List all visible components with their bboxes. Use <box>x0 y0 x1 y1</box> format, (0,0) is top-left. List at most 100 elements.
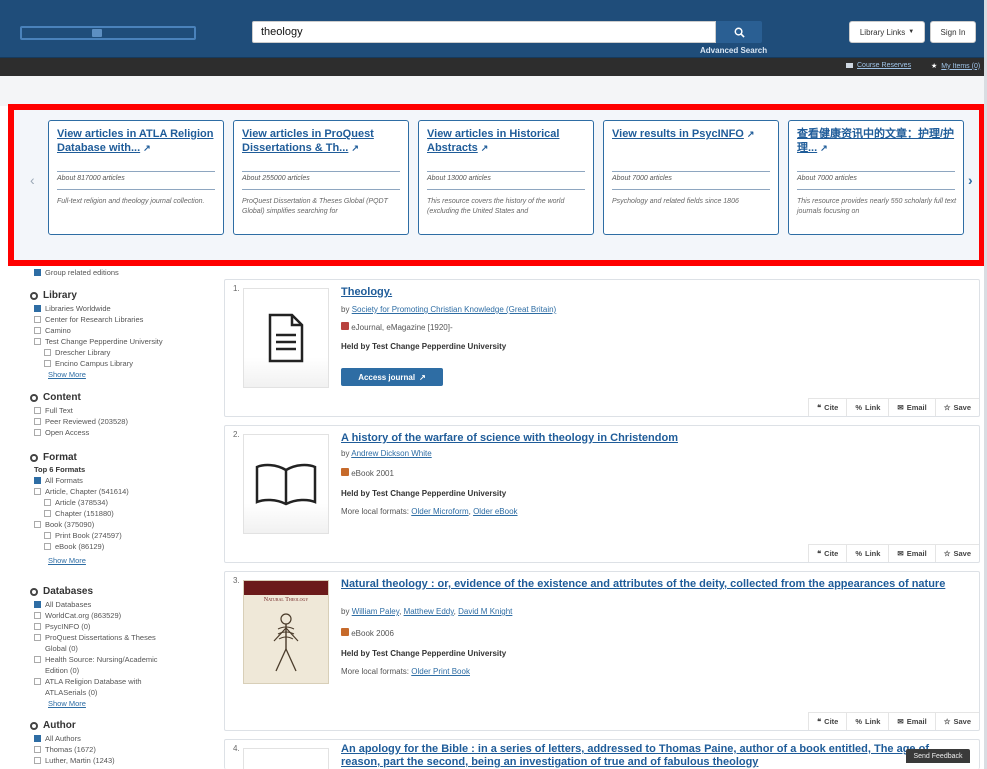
content-facet-heading[interactable]: Content <box>30 392 81 403</box>
databases-facet-heading[interactable]: Databases <box>30 586 93 597</box>
facet-option[interactable]: Encino Campus Library <box>44 359 133 368</box>
result-thumbnail[interactable] <box>243 748 329 769</box>
author-link[interactable]: Andrew Dickson White <box>351 449 431 458</box>
carousel-card[interactable]: View articles in ATLA Religion Database … <box>48 120 224 235</box>
facet-option[interactable]: Chapter (151880) <box>44 509 114 518</box>
result-title-link[interactable]: Natural theology : or, evidence of the e… <box>341 578 961 591</box>
cite-button[interactable]: ❝ Cite <box>808 545 846 562</box>
facet-option[interactable]: Open Access <box>34 428 89 437</box>
star-outline-icon: ☆ <box>943 717 951 726</box>
facet-option[interactable]: Article, Chapter (541614) <box>34 487 129 496</box>
facet-option[interactable]: PsycINFO (0) <box>34 622 90 631</box>
facet-option[interactable]: eBook (86129) <box>44 542 104 551</box>
collapse-icon <box>30 291 38 300</box>
link-label: Link <box>865 717 881 726</box>
result-title-link[interactable]: A history of the warfare of science with… <box>341 432 961 445</box>
format-show-more-link[interactable]: Show More <box>48 556 86 565</box>
advanced-search-link[interactable]: Advanced Search <box>700 46 767 55</box>
card-description: ProQuest Dissertation & Theses Global (P… <box>242 198 388 215</box>
carousel-card[interactable]: View articles in ProQuest Dissertations … <box>233 120 409 235</box>
checkbox-icon <box>44 532 51 539</box>
cite-button[interactable]: ❝ Cite <box>808 399 846 416</box>
card-title-link[interactable]: View articles in Historical Abstracts ↗ <box>427 127 585 157</box>
author-link[interactable]: Society for Promoting Christian Knowledg… <box>352 305 557 314</box>
facet-option[interactable]: Test Change Pepperdine University <box>34 337 163 346</box>
facet-option[interactable]: Libraries Worldwide <box>34 304 111 313</box>
author-link[interactable]: Matthew Eddy <box>404 607 454 616</box>
facet-option[interactable]: All Authors <box>34 734 81 743</box>
older-print-book-link[interactable]: Older Print Book <box>411 667 470 676</box>
course-reserves-link[interactable]: Course Reserves <box>846 62 911 69</box>
card-title-link[interactable]: View articles in ATLA Religion Database … <box>57 127 215 157</box>
search-result: 3. Natural Theology Natural theology : o… <box>224 571 980 731</box>
facet-option[interactable]: Center for Research Libraries <box>34 315 143 324</box>
older-microform-link[interactable]: Older Microform <box>411 507 468 516</box>
library-facet-heading[interactable]: Library <box>30 290 77 301</box>
result-title-link[interactable]: Theology. <box>341 286 961 299</box>
card-title-link[interactable]: 查看健康资讯中的文章：护理/护理... ↗ <box>797 127 955 157</box>
author-link[interactable]: William Paley <box>352 607 399 616</box>
result-title-link[interactable]: An apology for the Bible : in a series o… <box>341 743 961 769</box>
card-title-link[interactable]: View articles in ProQuest Dissertations … <box>242 127 400 157</box>
library-links-button[interactable]: Library Links ▼ <box>849 21 925 43</box>
sign-in-button[interactable]: Sign In <box>930 21 976 43</box>
facet-option[interactable]: Article (378534) <box>44 498 108 507</box>
link-button[interactable]: % Link <box>846 399 888 416</box>
save-button[interactable]: ☆ Save <box>934 399 979 416</box>
email-button[interactable]: ✉ Email <box>888 713 934 730</box>
facet-option[interactable]: Drescher Library <box>44 348 110 357</box>
author-link[interactable]: David M Knight <box>458 607 512 616</box>
save-button[interactable]: ☆ Save <box>934 545 979 562</box>
group-editions-checkbox[interactable]: Group related editions <box>34 268 119 277</box>
external-link-icon: ↗ <box>143 143 151 153</box>
search-button[interactable] <box>716 21 762 43</box>
checkbox-icon <box>34 327 41 334</box>
access-journal-button[interactable]: Access journal ↗ <box>341 368 443 386</box>
search-input[interactable]: theology <box>252 21 716 43</box>
result-format-line: eJournal, eMagazine [1920]- <box>341 322 453 332</box>
author-facet-heading[interactable]: Author <box>30 720 76 731</box>
library-show-more-link[interactable]: Show More <box>48 370 86 379</box>
library-logo[interactable] <box>20 26 196 40</box>
my-items-label: My Items (0) <box>941 62 981 70</box>
carousel-card[interactable]: View articles in Historical Abstracts ↗ A… <box>418 120 594 235</box>
course-reserves-label: Course Reserves <box>857 62 912 69</box>
email-button[interactable]: ✉ Email <box>888 399 934 416</box>
older-ebook-link[interactable]: Older eBook <box>473 507 517 516</box>
save-button[interactable]: ☆ Save <box>934 713 979 730</box>
facet-option[interactable]: ATLA Religion Database with <box>34 677 142 686</box>
facet-option[interactable]: WorldCat.org (863529) <box>34 611 121 620</box>
facet-option[interactable]: Full Text <box>34 406 73 415</box>
my-items-link[interactable]: ★ My Items (0) <box>931 62 981 71</box>
send-feedback-button[interactable]: Send Feedback <box>906 749 970 763</box>
carousel-card[interactable]: View results in PsycINFO ↗ About 7000 art… <box>603 120 779 235</box>
link-button[interactable]: % Link <box>846 713 888 730</box>
card-title-link[interactable]: View results in PsycINFO ↗ <box>612 127 770 157</box>
link-button[interactable]: % Link <box>846 545 888 562</box>
result-author-line: by Society for Promoting Christian Knowl… <box>341 305 556 314</box>
by-label: by <box>341 607 350 616</box>
facet-option[interactable]: All Databases <box>34 600 91 609</box>
result-thumbnail[interactable] <box>243 434 329 534</box>
facet-option-label: Article (378534) <box>55 498 108 507</box>
facet-option[interactable]: Luther, Martin (1243) <box>34 756 115 765</box>
result-thumbnail[interactable] <box>243 288 329 388</box>
book-cover-image[interactable]: Natural Theology <box>243 580 329 684</box>
facet-option[interactable]: Thomas (1672) <box>34 745 96 754</box>
facet-option[interactable]: Camino <box>34 326 71 335</box>
databases-show-more-link[interactable]: Show More <box>48 699 86 708</box>
format-facet-heading[interactable]: Format <box>30 452 77 463</box>
carousel-next-icon[interactable]: › <box>968 172 973 188</box>
email-button[interactable]: ✉ Email <box>888 545 934 562</box>
facet-option[interactable]: All Formats <box>34 476 83 485</box>
carousel-prev-icon[interactable]: ‹ <box>30 172 35 188</box>
facet-option[interactable]: ProQuest Dissertations & Theses <box>34 633 156 642</box>
facet-option[interactable]: Peer Reviewed (203528) <box>34 417 128 426</box>
facet-option[interactable]: Book (375090) <box>34 520 94 529</box>
carousel-card[interactable]: 查看健康资讯中的文章：护理/护理... ↗ About 7000 articles… <box>788 120 964 235</box>
checkbox-icon <box>34 521 41 528</box>
facet-option[interactable]: Health Source: Nursing/Academic <box>34 655 158 664</box>
facet-option[interactable]: Print Book (274597) <box>44 531 122 540</box>
search-icon <box>734 27 745 38</box>
cite-button[interactable]: ❝ Cite <box>808 713 846 730</box>
